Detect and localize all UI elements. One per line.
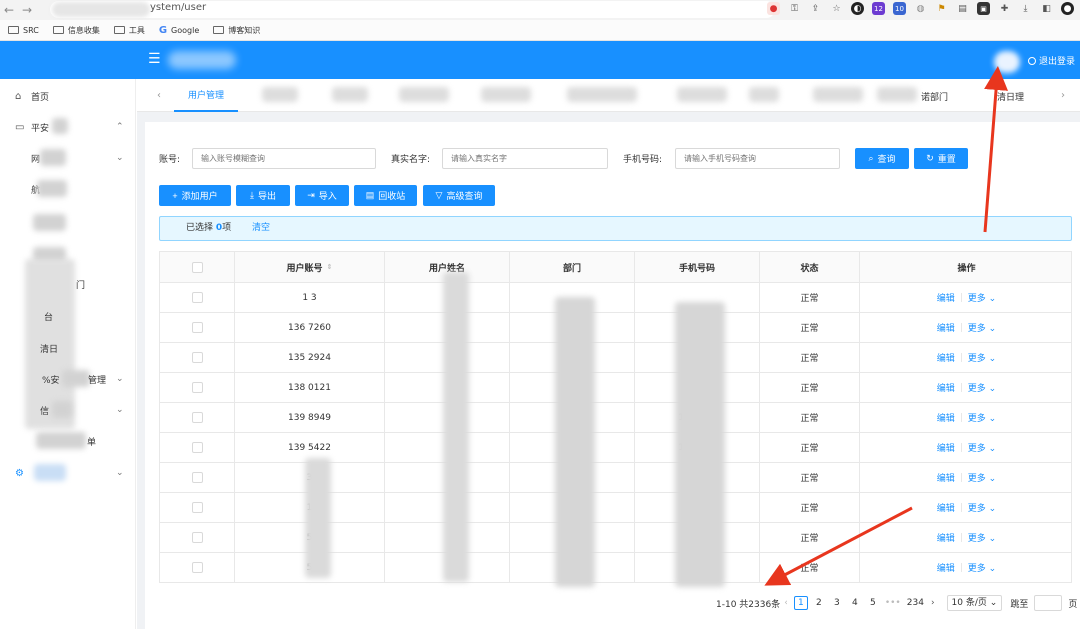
annotation-arrow-logout	[983, 66, 1009, 233]
annotation-arrow-total	[764, 506, 913, 586]
annotation-arrows	[764, 66, 1009, 586]
